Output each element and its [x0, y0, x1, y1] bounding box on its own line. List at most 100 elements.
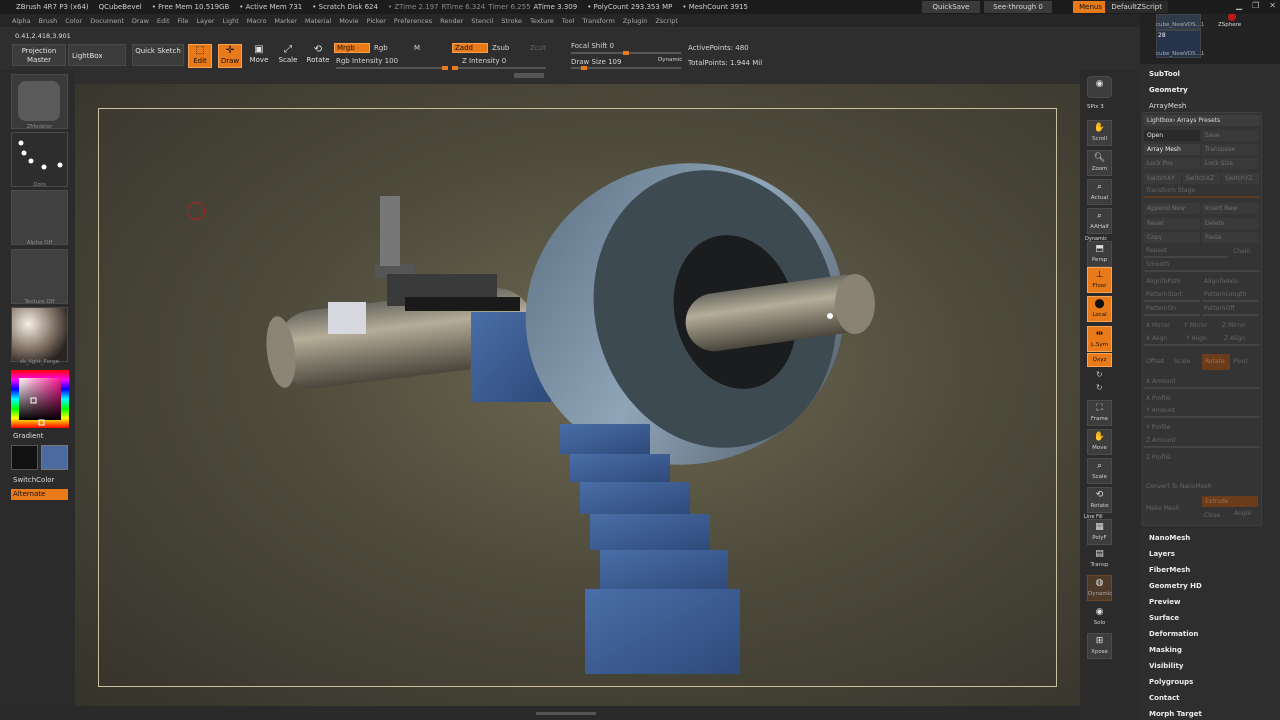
close-button[interactable]: Close [1204, 512, 1220, 519]
move-button[interactable]: ▣ Move [247, 44, 271, 68]
lsym-button[interactable]: ⇹ L.Sym [1087, 326, 1112, 352]
mrgb-button[interactable]: Mrgb [334, 43, 370, 53]
restore-icon[interactable]: ❐ [1252, 1, 1259, 10]
rotate-mode-button[interactable]: Rotate [1202, 354, 1230, 370]
quicksave-button[interactable]: QuickSave [922, 1, 980, 13]
menu-item-alpha[interactable]: Alpha [12, 17, 30, 25]
switch-color-button[interactable]: SwitchColor [13, 476, 54, 484]
toolbar-scroll-handle[interactable] [514, 73, 544, 78]
focal-shift-knob[interactable] [623, 51, 629, 55]
insert-new-button[interactable]: Insert New [1202, 203, 1258, 214]
tray-item-layers[interactable]: Layers [1149, 550, 1175, 558]
rotate-z-icon[interactable]: ↻ [1096, 383, 1103, 392]
chain-button[interactable]: Chain [1233, 248, 1250, 255]
x-amount-slider[interactable] [1144, 387, 1260, 389]
menu-item-brush[interactable]: Brush [38, 17, 57, 25]
tray-item-deformation[interactable]: Deformation [1149, 630, 1198, 638]
secondary-color-swatch[interactable] [41, 445, 68, 470]
subtool-header[interactable]: SubTool [1149, 70, 1180, 78]
z-intensity-slider[interactable] [452, 66, 546, 70]
edit-button[interactable]: ⬚ Edit [188, 44, 212, 68]
rotate-y-icon[interactable]: ↻ [1096, 370, 1103, 379]
frame-button[interactable]: ⛶ Frame [1087, 400, 1112, 426]
alpha-selector[interactable] [11, 190, 68, 245]
menu-item-layer[interactable]: Layer [196, 17, 214, 25]
transform-stage-slider[interactable] [1144, 196, 1260, 198]
smooth-slider[interactable] [1144, 270, 1260, 272]
tray-item-polygroups[interactable]: Polygroups [1149, 678, 1193, 686]
menu-item-tool[interactable]: Tool [562, 17, 575, 25]
tray-item-geometry-hd[interactable]: Geometry HD [1149, 582, 1202, 590]
ghost-button[interactable]: ◍ Dynamic [1087, 575, 1112, 601]
zadd-button[interactable]: Zadd [452, 43, 488, 53]
y-profile-label[interactable]: Y Profile [1146, 424, 1170, 431]
draw-size-slider[interactable] [571, 66, 681, 70]
close-icon[interactable]: ✕ [1269, 1, 1276, 10]
make-mesh-button[interactable]: Make Mesh [1146, 505, 1180, 512]
tray-item-preview[interactable]: Preview [1149, 598, 1181, 606]
scale-view-button[interactable]: ⌕ Scale [1087, 458, 1112, 484]
transp-button[interactable]: ▤ Transp [1087, 546, 1112, 572]
align-to-axis-button[interactable]: AlignToAxis [1204, 278, 1238, 285]
tray-item-surface[interactable]: Surface [1149, 614, 1179, 622]
actual-button[interactable]: ⌕ Actual [1087, 179, 1112, 205]
open-button[interactable]: Open [1144, 130, 1200, 141]
zoom-button[interactable]: 🔍︎ Zoom [1087, 150, 1112, 176]
move-view-button[interactable]: ✋ Move [1087, 429, 1112, 455]
transpose-button[interactable]: Transpose [1202, 144, 1258, 155]
tray-item-masking[interactable]: Masking [1149, 646, 1182, 654]
pivot-button[interactable]: Pivot [1233, 358, 1248, 365]
tray-item-morph-target[interactable]: Morph Target [1149, 710, 1202, 718]
menu-item-movie[interactable]: Movie [339, 17, 358, 25]
primary-color-swatch[interactable] [11, 445, 38, 470]
menus-button[interactable]: Menus [1073, 1, 1108, 13]
reset-button[interactable]: Reset [1144, 218, 1200, 229]
brush-selector[interactable] [11, 74, 68, 129]
menu-item-stencil[interactable]: Stencil [471, 17, 493, 25]
convert-nanomesh-button[interactable]: Convert To NanoMesh [1146, 483, 1211, 490]
rotate-button[interactable]: ⟲ Rotate [306, 44, 330, 68]
angle-slider[interactable]: Angle [1234, 510, 1251, 517]
menu-item-zscript[interactable]: Zscript [655, 17, 678, 25]
local-button[interactable]: ⬤ Local [1087, 296, 1112, 322]
material-selector[interactable] [11, 307, 68, 362]
menu-item-zplugin[interactable]: Zplugin [623, 17, 648, 25]
xpose-button[interactable]: ⊞ Xpose [1087, 633, 1112, 659]
y-mirror-button[interactable]: Y Mirror [1184, 322, 1207, 329]
draw-button[interactable]: ✛ Draw [218, 44, 242, 68]
z-intensity-knob[interactable] [452, 66, 458, 70]
dynamic-button[interactable]: Dynamic [658, 57, 682, 63]
zcut-button[interactable]: Zcut [530, 44, 546, 52]
scale-mode-button[interactable]: Scale [1174, 358, 1190, 365]
pattern-start-slider[interactable] [1144, 300, 1200, 302]
save-button[interactable]: Save [1202, 130, 1258, 141]
minimize-icon[interactable]: ▁ [1236, 1, 1242, 10]
paste-button[interactable]: Paste [1202, 232, 1258, 243]
array-mesh-toggle[interactable]: Array Mesh [1144, 144, 1200, 155]
rotate-view-button[interactable]: ⟲ Rotate [1087, 487, 1112, 513]
lightbox-button[interactable]: LightBox [68, 44, 126, 66]
menu-item-edit[interactable]: Edit [157, 17, 170, 25]
texture-selector[interactable] [11, 249, 68, 304]
z-profile-label[interactable]: Z Profile [1146, 454, 1171, 461]
arraymesh-header[interactable]: ArrayMesh [1149, 102, 1186, 110]
menu-item-light[interactable]: Light [223, 17, 239, 25]
z-amount-slider[interactable] [1144, 446, 1260, 448]
bpr-button[interactable]: ◉ [1087, 76, 1112, 98]
tray-item-visibility[interactable]: Visibility [1149, 662, 1183, 670]
lock-size-button[interactable]: Lock Size [1202, 158, 1258, 169]
menu-item-texture[interactable]: Texture [530, 17, 554, 25]
offset-button[interactable]: Offset [1146, 358, 1164, 365]
lock-pos-button[interactable]: Lock Pos [1144, 158, 1200, 169]
xyz-button[interactable]: Qxyz [1087, 353, 1112, 367]
menu-item-material[interactable]: Material [305, 17, 331, 25]
alternate-button[interactable]: Alternate [11, 489, 68, 500]
menu-item-preferences[interactable]: Preferences [394, 17, 432, 25]
align-to-path-button[interactable]: AlignToPath [1146, 278, 1181, 285]
x-profile-label[interactable]: X Profile [1146, 395, 1171, 402]
menu-item-color[interactable]: Color [65, 17, 82, 25]
repeat-slider[interactable] [1144, 256, 1228, 258]
rgb-intensity-slider[interactable] [336, 66, 448, 70]
tray-item-contact[interactable]: Contact [1149, 694, 1180, 702]
switchxz-button[interactable]: SwitchXZ [1183, 173, 1220, 184]
